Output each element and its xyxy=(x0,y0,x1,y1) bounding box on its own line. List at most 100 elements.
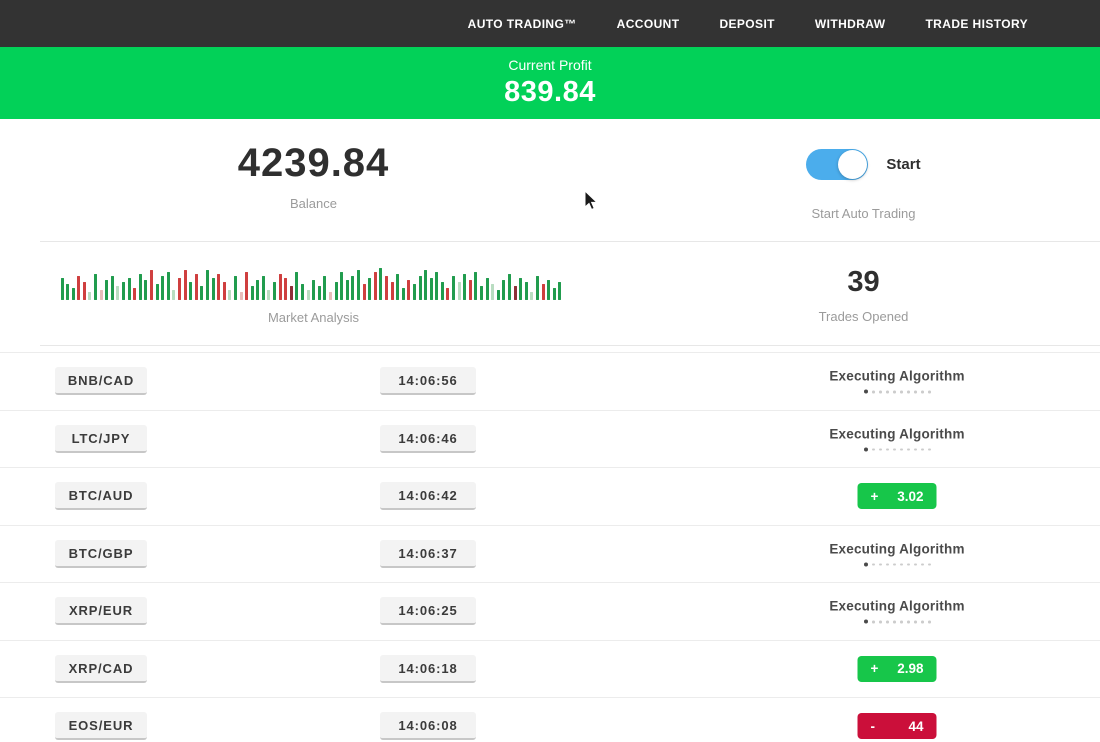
table-row: BTC/AUD14:06:42+3.02 xyxy=(0,467,1100,525)
executing-status-label: Executing Algorithm xyxy=(782,599,1012,614)
market-bar xyxy=(66,284,69,300)
market-bar xyxy=(385,276,388,300)
market-bar xyxy=(88,292,91,300)
market-bar xyxy=(497,290,500,300)
market-bar xyxy=(267,290,270,300)
trade-time-badge[interactable]: 14:06:18 xyxy=(380,655,476,683)
current-profit-label: Current Profit xyxy=(508,57,591,73)
nav-item-deposit[interactable]: DEPOSIT xyxy=(719,17,774,31)
market-bar xyxy=(379,268,382,300)
progress-dots-icon xyxy=(782,390,1012,394)
nav-item-trade-history[interactable]: TRADE HISTORY xyxy=(925,17,1028,31)
nav-item-account[interactable]: ACCOUNT xyxy=(617,17,680,31)
market-bar xyxy=(161,276,164,300)
market-bar xyxy=(402,288,405,300)
market-bar xyxy=(508,274,511,300)
market-bar xyxy=(228,290,231,300)
market-bar xyxy=(519,278,522,300)
pair-badge[interactable]: XRP/CAD xyxy=(55,655,147,683)
toggle-label: Start xyxy=(886,156,920,173)
market-bar xyxy=(111,276,114,300)
market-bar xyxy=(396,274,399,300)
market-bar xyxy=(435,272,438,300)
market-bar xyxy=(542,284,545,300)
market-bar xyxy=(553,288,556,300)
market-bar xyxy=(122,282,125,300)
market-bar xyxy=(474,272,477,300)
market-bar xyxy=(72,288,75,300)
pair-badge[interactable]: BTC/GBP xyxy=(55,540,147,568)
market-bar xyxy=(329,292,332,300)
market-bar xyxy=(368,278,371,300)
trade-time-badge[interactable]: 14:06:08 xyxy=(380,712,476,740)
market-bar xyxy=(363,284,366,300)
progress-dots-icon xyxy=(782,620,1012,624)
trade-time-badge[interactable]: 14:06:37 xyxy=(380,540,476,568)
market-bar xyxy=(374,272,377,300)
trade-result-badge: -44 xyxy=(858,713,937,739)
market-bar xyxy=(530,292,533,300)
table-row: BNB/CAD 14:06:56 Executing Algorithm xyxy=(0,352,1100,410)
toggle-knob-icon xyxy=(838,150,867,179)
table-row: XRP/CAD14:06:18+2.98 xyxy=(0,640,1100,698)
market-bar xyxy=(514,286,517,300)
pair-badge[interactable]: LTC/JPY xyxy=(55,425,147,453)
market-bar xyxy=(262,276,265,300)
market-bar xyxy=(502,280,505,300)
result-value: 3.02 xyxy=(897,489,923,504)
market-bar xyxy=(452,276,455,300)
market-analysis-label: Market Analysis xyxy=(268,310,359,325)
executing-status-label: Executing Algorithm xyxy=(782,369,1012,384)
market-bar xyxy=(351,276,354,300)
result-value: 2.98 xyxy=(897,661,923,676)
market-bar xyxy=(312,280,315,300)
market-bar xyxy=(116,286,119,300)
pair-badge[interactable]: XRP/EUR xyxy=(55,597,147,625)
market-bar xyxy=(413,284,416,300)
market-bar xyxy=(463,274,466,300)
market-bar xyxy=(105,280,108,300)
progress-dots-icon xyxy=(782,562,1012,566)
pair-badge[interactable]: BTC/AUD xyxy=(55,482,147,510)
toggle-caption: Start Auto Trading xyxy=(811,206,915,221)
market-bar xyxy=(525,282,528,300)
trade-time-badge[interactable]: 14:06:42 xyxy=(380,482,476,510)
trades-opened-value: 39 xyxy=(847,266,879,299)
trades-opened-block: 39 Trades Opened xyxy=(627,264,1100,325)
market-bar xyxy=(61,278,64,300)
current-profit-value: 839.84 xyxy=(504,76,596,109)
market-bar xyxy=(486,278,489,300)
market-bar xyxy=(279,274,282,300)
market-bar xyxy=(491,284,494,300)
nav-item-auto-trading[interactable]: AUTO TRADING™ xyxy=(468,17,577,31)
market-bar xyxy=(144,280,147,300)
market-bar xyxy=(212,278,215,300)
market-bar xyxy=(284,278,287,300)
market-bar xyxy=(128,278,131,300)
market-bar xyxy=(206,270,209,300)
table-row: LTC/JPY 14:06:46 Executing Algorithm xyxy=(0,410,1100,468)
trade-time-badge[interactable]: 14:06:56 xyxy=(380,367,476,395)
executing-status-label: Executing Algorithm xyxy=(782,541,1012,556)
current-profit-banner: Current Profit 839.84 xyxy=(0,47,1100,119)
market-bar xyxy=(156,284,159,300)
auto-trading-toggle-block: Start Start Auto Trading xyxy=(627,141,1100,221)
nav-item-withdraw[interactable]: WITHDRAW xyxy=(815,17,886,31)
market-bar xyxy=(441,282,444,300)
balance-block: 4239.84 Balance xyxy=(0,141,627,221)
pair-badge[interactable]: BNB/CAD xyxy=(55,367,147,395)
executing-status-label: Executing Algorithm xyxy=(782,426,1012,441)
progress-dots-icon xyxy=(782,447,1012,451)
market-bar xyxy=(217,274,220,300)
market-bar xyxy=(340,272,343,300)
trade-time-badge[interactable]: 14:06:25 xyxy=(380,597,476,625)
market-bar xyxy=(77,276,80,300)
executing-status: Executing Algorithm xyxy=(782,599,1012,624)
market-bar xyxy=(256,280,259,300)
auto-trading-toggle[interactable] xyxy=(806,149,868,180)
pair-badge[interactable]: EOS/EUR xyxy=(55,712,147,740)
market-bar xyxy=(301,284,304,300)
market-bar xyxy=(323,276,326,300)
market-bar xyxy=(446,288,449,300)
trade-time-badge[interactable]: 14:06:46 xyxy=(380,425,476,453)
